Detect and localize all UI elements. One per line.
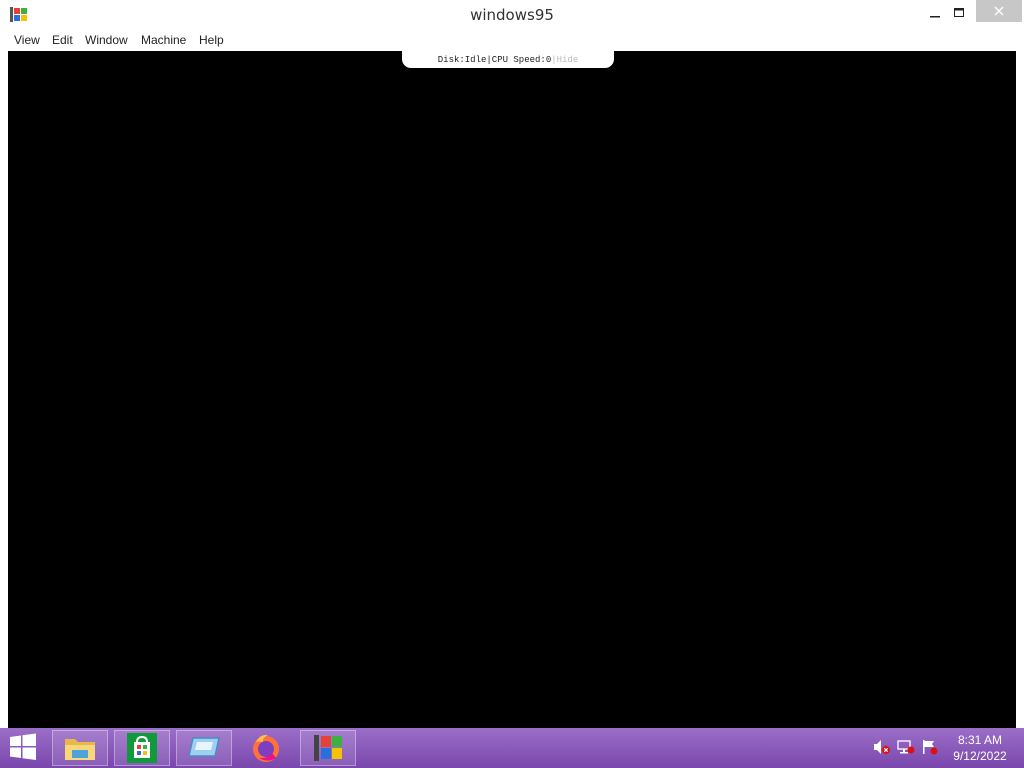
tray-action-center[interactable] [921,738,939,756]
taskbar-app-file-explorer[interactable] [52,730,108,766]
menu-bar: View Edit Window Machine Help [8,30,1016,50]
taskbar-clock[interactable]: 8:31 AM 9/12/2022 [940,732,1020,764]
status-bar: Disk: Idle | CPU Speed: 0 | Hide [402,51,614,68]
close-icon [994,6,1004,16]
clock-date: 9/12/2022 [953,749,1007,763]
taskbar: 8:31 AM 9/12/2022 [0,728,1024,768]
action-center-flag-icon [923,740,938,755]
app-window: windows95 View Edit Window Machine Help … [0,0,1024,728]
menu-edit[interactable]: Edit [52,33,73,47]
hide-button[interactable]: Hide [557,55,579,65]
speaker-muted-icon [874,740,890,754]
windows-flag-icon [314,735,342,761]
close-button[interactable] [976,0,1022,22]
menu-help[interactable]: Help [199,33,224,47]
store-bag-icon [127,733,157,763]
emulator-screen[interactable]: Disk: Idle | CPU Speed: 0 | Hide [8,51,1016,728]
menu-view[interactable]: View [14,33,40,47]
start-button[interactable] [8,733,40,763]
taskbar-app-windows95[interactable] [300,730,356,766]
cpu-label: CPU Speed: [491,54,546,65]
monitor-icon [188,737,220,757]
menu-window[interactable]: Window [85,33,128,47]
taskbar-app-remote-desktop[interactable] [176,730,232,766]
taskbar-app-firefox[interactable] [238,730,294,766]
maximize-icon [954,8,964,17]
windows-start-icon [10,733,36,760]
minimize-icon [930,16,940,18]
window-title: windows95 [470,6,554,24]
clock-time: 8:31 AM [957,733,1003,747]
tray-network[interactable] [897,738,915,756]
folder-icon [65,739,95,760]
maximize-button[interactable] [942,0,976,26]
disk-status: Idle [464,54,487,65]
firefox-icon [253,734,279,762]
menu-machine[interactable]: Machine [141,33,186,47]
disk-label: Disk: [437,54,465,65]
network-icon [897,740,915,754]
taskbar-app-store[interactable] [114,730,170,766]
tray-volume[interactable] [873,738,891,756]
title-bar[interactable]: windows95 [0,0,1024,30]
